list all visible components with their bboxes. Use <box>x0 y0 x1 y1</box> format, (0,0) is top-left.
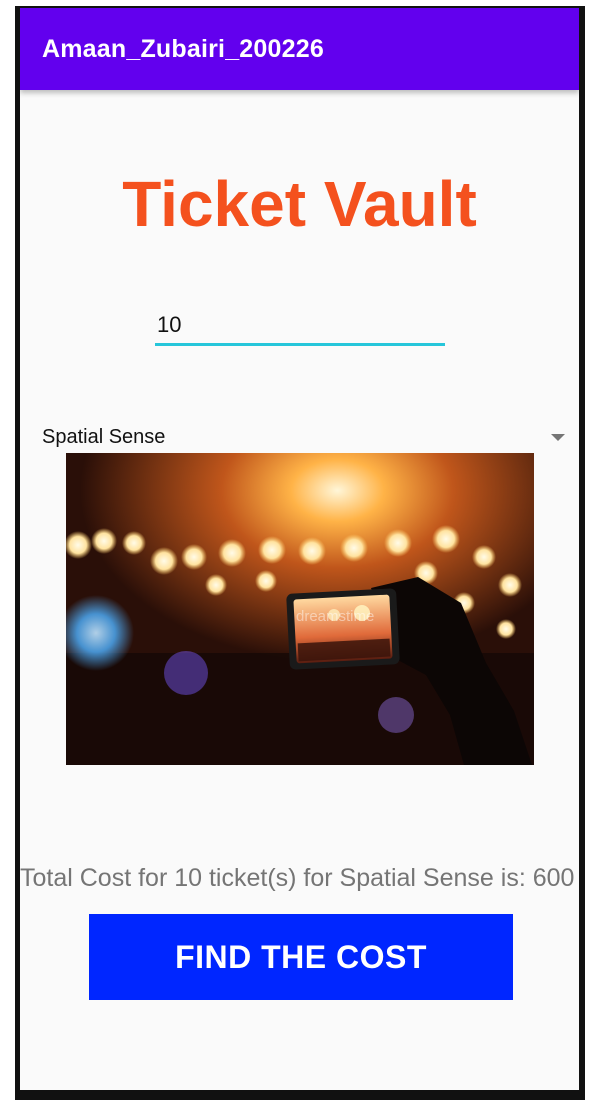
app-bar: Amaan_Zubairi_200226 <box>20 8 579 90</box>
total-cost-result: Total Cost for 10 ticket(s) for Spatial … <box>20 864 575 892</box>
find-cost-button[interactable]: FIND THE COST <box>89 914 513 1000</box>
ticket-count-input[interactable] <box>155 306 445 346</box>
concert-image: dreamstime <box>66 453 534 765</box>
spinner-selected-value: Spatial Sense <box>42 426 166 448</box>
image-watermark: dreamstime <box>296 608 374 625</box>
app-screen: Amaan_Zubairi_200226 Ticket Vault Spatia… <box>20 8 579 1090</box>
app-title: Amaan_Zubairi_200226 <box>42 35 324 63</box>
event-spinner[interactable]: Spatial Sense <box>20 420 579 456</box>
page-title: Ticket Vault <box>122 168 477 240</box>
dropdown-arrow-icon <box>551 434 565 441</box>
